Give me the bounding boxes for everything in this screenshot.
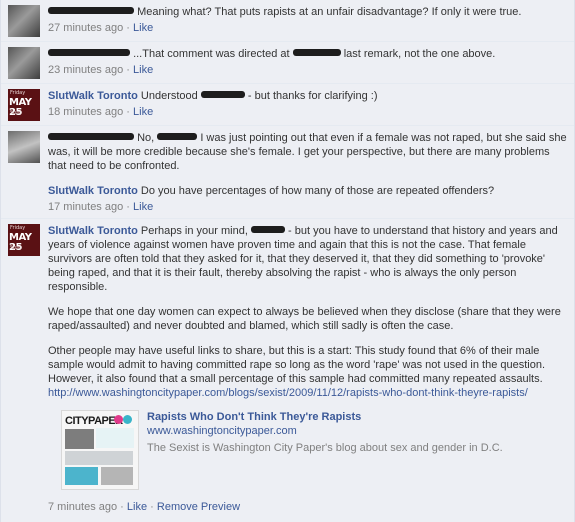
- comment: Friday MAY 25 5pm SlutWalk Toronto Under…: [1, 84, 574, 126]
- redacted-name: [200, 91, 245, 98]
- separator: ·: [120, 501, 124, 513]
- like-link[interactable]: Like: [133, 64, 153, 76]
- comment: ...That comment was directed at last rem…: [1, 42, 574, 84]
- comment-time[interactable]: 7 minutes ago: [48, 501, 117, 513]
- avatar-hour: 5pm: [10, 110, 22, 116]
- redacted-name: [292, 49, 341, 56]
- separator: ·: [126, 106, 130, 118]
- comment-text: Perhaps in your mind,: [140, 225, 248, 237]
- commenter-avatar[interactable]: [8, 5, 40, 37]
- redacted-name: [157, 133, 198, 140]
- comment-text-continued: last remark, not the one above.: [343, 48, 496, 60]
- comment-text: Meaning what? That puts rapists at an un…: [137, 6, 522, 18]
- redacted-name: [48, 7, 134, 14]
- slutwalk-avatar[interactable]: Friday MAY 25 5pm: [8, 89, 40, 121]
- author-link[interactable]: SlutWalk Toronto: [48, 185, 138, 197]
- link-preview-description: The Sexist is Washington City Paper's bl…: [147, 442, 503, 454]
- comment-body: No, I was just pointing out that even if…: [48, 131, 568, 214]
- link-preview-thumbnail[interactable]: CITYPAPER: [61, 410, 139, 490]
- comment-body: SlutWalk Toronto Perhaps in your mind, -…: [48, 224, 568, 514]
- like-link[interactable]: Like: [133, 22, 153, 34]
- comment: Meaning what? That puts rapists at an un…: [1, 0, 574, 42]
- comment-body: Meaning what? That puts rapists at an un…: [48, 5, 568, 37]
- comment-text-continued: - but thanks for clarifying :): [247, 90, 378, 102]
- comment-meta: 17 minutes ago · Like: [48, 200, 568, 214]
- comment-paragraph: Other people may have useful links to sh…: [48, 345, 546, 385]
- link-preview-text: Rapists Who Don't Think They're Rapists …: [147, 410, 503, 490]
- link-preview-domain[interactable]: www.washingtoncitypaper.com: [147, 424, 503, 438]
- shared-url-link[interactable]: http://www.washingtoncitypaper.com/blogs…: [48, 387, 528, 399]
- comment-text: ...That comment was directed at: [133, 48, 290, 60]
- link-preview-title[interactable]: Rapists Who Don't Think They're Rapists: [147, 410, 503, 424]
- remove-preview-link[interactable]: Remove Preview: [157, 501, 240, 513]
- comment-time[interactable]: 23 minutes ago: [48, 64, 123, 76]
- redacted-name: [48, 133, 134, 140]
- comment: Friday MAY 25 5pm SlutWalk Toronto Perha…: [1, 219, 574, 518]
- commenter-avatar[interactable]: [8, 47, 40, 79]
- separator: ·: [126, 201, 130, 213]
- like-link[interactable]: Like: [127, 501, 147, 513]
- comment: No, I was just pointing out that even if…: [1, 126, 574, 219]
- comment-time[interactable]: 18 minutes ago: [48, 106, 123, 118]
- commenter-avatar[interactable]: [8, 131, 40, 163]
- comment-text: Understood: [140, 90, 198, 102]
- comment-paragraph: We hope that one day women can expect to…: [48, 306, 561, 332]
- comment-meta: 23 minutes ago · Like: [48, 63, 568, 77]
- comment-time[interactable]: 27 minutes ago: [48, 22, 123, 34]
- slutwalk-avatar[interactable]: Friday MAY 25 5pm: [8, 224, 40, 256]
- redacted-name: [250, 226, 285, 233]
- author-link[interactable]: SlutWalk Toronto: [48, 225, 138, 237]
- link-preview: CITYPAPER Rapists Who Don't Think They'r…: [61, 410, 568, 490]
- author-link[interactable]: SlutWalk Toronto: [48, 90, 138, 102]
- separator: ·: [126, 22, 130, 34]
- comment-meta: 7 minutes ago · Like · Remove Preview: [48, 500, 568, 514]
- avatar-day: Friday: [10, 225, 26, 231]
- avatar-hour: 5pm: [10, 245, 22, 251]
- comment-meta: 27 minutes ago · Like: [48, 21, 568, 35]
- comment-meta: 18 minutes ago · Like: [48, 105, 568, 119]
- comment-body: SlutWalk Toronto Understood - but thanks…: [48, 89, 568, 121]
- avatar-day: Friday: [10, 90, 26, 96]
- comment-text: No,: [137, 132, 155, 144]
- like-link[interactable]: Like: [133, 201, 153, 213]
- comment-body: ...That comment was directed at last rem…: [48, 47, 568, 79]
- comment-time[interactable]: 17 minutes ago: [48, 201, 123, 213]
- comment-text: Do you have percentages of how many of t…: [140, 185, 495, 197]
- like-link[interactable]: Like: [133, 106, 153, 118]
- redacted-name: [48, 49, 130, 56]
- comment-thread: Meaning what? That puts rapists at an un…: [0, 0, 575, 522]
- separator: ·: [126, 64, 130, 76]
- separator: ·: [150, 501, 154, 513]
